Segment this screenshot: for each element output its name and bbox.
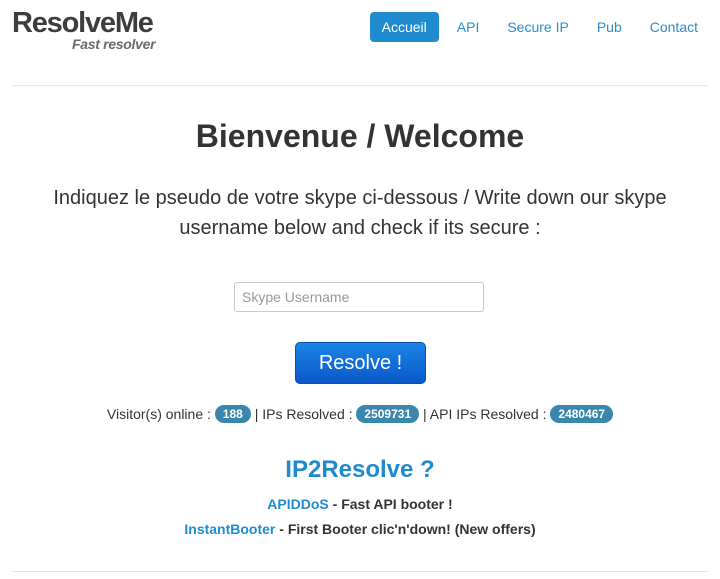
nav-item-accueil[interactable]: Accueil <box>369 12 439 42</box>
stats-separator: | <box>423 406 427 422</box>
promo-link-instantbooter[interactable]: InstantBooter <box>184 521 275 537</box>
nav-item-secure-ip[interactable]: Secure IP <box>497 12 578 42</box>
nav-item-pub[interactable]: Pub <box>587 12 632 42</box>
stats-separator: | <box>254 406 259 422</box>
promo-heading: IP2Resolve ? <box>285 456 435 483</box>
promo-item: InstantBooter - First Booter clic'n'down… <box>0 519 720 539</box>
skype-username-input[interactable] <box>234 282 484 312</box>
logo-name: ResolveMe <box>12 7 154 39</box>
nav-item-contact[interactable]: Contact <box>640 12 708 42</box>
ips-resolved-label: IPs Resolved : <box>262 406 353 422</box>
footer-divider <box>12 571 708 572</box>
nav-item-api[interactable]: API <box>447 12 490 42</box>
visitors-label: Visitor(s) online : <box>106 406 211 422</box>
promo-item: APIDDoS - Fast API booter ! <box>0 494 720 514</box>
stats-line: Visitor(s) online : 188 | IPs Resolved :… <box>0 404 720 424</box>
page-title: Bienvenue / Welcome <box>195 118 525 154</box>
resolve-button[interactable]: Resolve ! <box>295 342 426 384</box>
site-logo[interactable]: ResolveMe Fast resolver <box>12 6 172 52</box>
visitors-count-badge: 188 <box>214 405 251 423</box>
promo-text: - First Booter clic'n'down! (New offers) <box>279 521 536 537</box>
api-ips-resolved-badge: 2480467 <box>550 405 614 423</box>
promo-text: - Fast API booter ! <box>332 496 453 512</box>
logo-tagline: Fast resolver <box>72 36 156 52</box>
intro-line-2: username below and check if its secure : <box>179 217 541 239</box>
ips-resolved-badge: 2509731 <box>356 405 420 423</box>
api-ips-resolved-label: API IPs Resolved : <box>429 406 547 422</box>
intro-text: Indiquez le pseudo de votre skype ci-des… <box>0 183 720 243</box>
intro-line-1: Indiquez le pseudo de votre skype ci-des… <box>53 187 667 209</box>
promo-link-apiddos[interactable]: APIDDoS <box>267 496 328 512</box>
main-nav: Accueil API Secure IP Pub Contact <box>369 12 708 42</box>
header-divider <box>12 85 708 86</box>
